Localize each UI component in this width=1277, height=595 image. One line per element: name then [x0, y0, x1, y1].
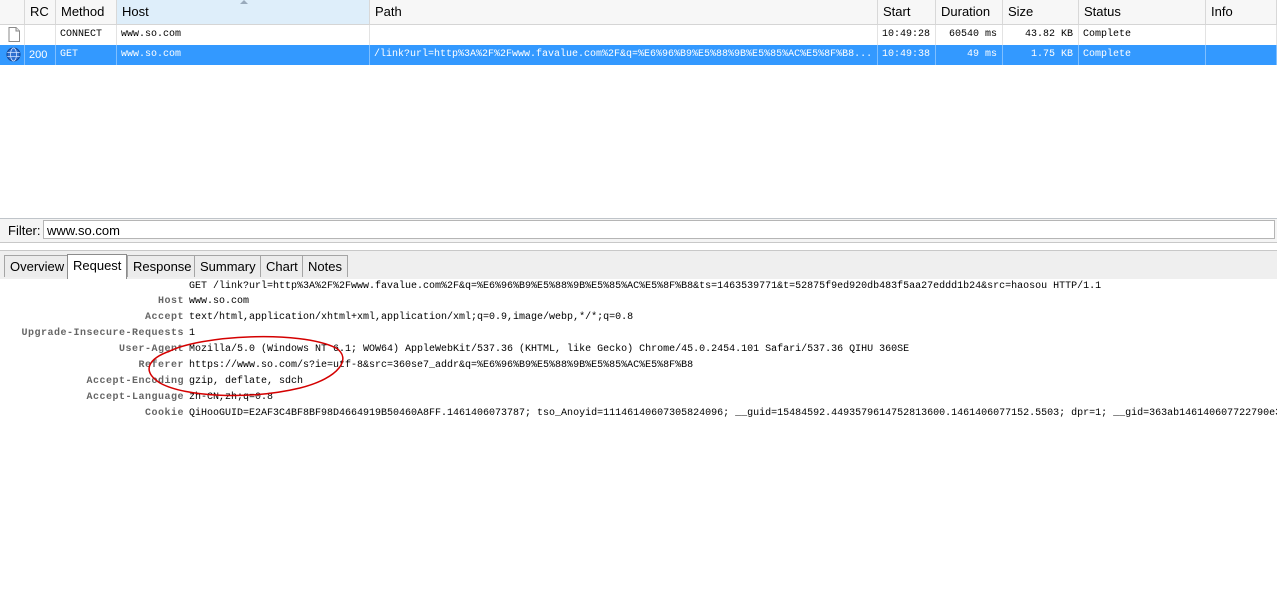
- document-icon: [8, 27, 20, 42]
- cell-host: www.so.com: [117, 25, 370, 45]
- cell-status: Complete: [1079, 45, 1206, 65]
- tab-response[interactable]: Response: [127, 255, 198, 277]
- header-value: zh-CN,zh;q=0.8: [189, 392, 274, 403]
- tab-overview[interactable]: Overview: [4, 255, 71, 277]
- tab-notes[interactable]: Notes: [302, 255, 348, 277]
- session-list: RC Method Host Path Start Duration Size …: [0, 0, 1277, 219]
- request-headers-pane[interactable]: GET /link?url=http%3A%2F%2Fwww.favalue.c…: [0, 279, 1277, 423]
- header-name: User-Agent: [118, 344, 184, 355]
- table-row-selected[interactable]: 200 GET www.so.com /link?url=http%3A%2F%…: [0, 45, 1277, 65]
- cell-start: 10:49:38: [878, 45, 936, 65]
- column-header-start[interactable]: Start: [878, 0, 936, 24]
- tab-chart[interactable]: Chart: [260, 255, 304, 277]
- cell-info: [1206, 25, 1277, 45]
- column-header-rc[interactable]: RC: [25, 0, 56, 24]
- header-value: 1: [189, 328, 196, 339]
- column-header-path[interactable]: Path: [370, 0, 878, 24]
- header-name: Upgrade-Insecure-Requests: [21, 328, 184, 339]
- header-value: text/html,application/xhtml+xml,applicat…: [189, 312, 634, 323]
- sort-ascending-icon: [240, 0, 248, 4]
- column-header-info[interactable]: Info: [1206, 0, 1277, 24]
- cell-host: www.so.com: [117, 45, 370, 65]
- column-header-row: RC Method Host Path Start Duration Size …: [0, 0, 1277, 25]
- cell-method: CONNECT: [56, 25, 117, 45]
- header-value: Mozilla/5.0 (Windows NT 6.1; WOW64) Appl…: [189, 344, 910, 355]
- filter-input[interactable]: www.so.com: [43, 220, 1275, 239]
- cell-status: Complete: [1079, 25, 1206, 45]
- column-header-status[interactable]: Status: [1079, 0, 1206, 24]
- cell-method: GET: [56, 45, 117, 65]
- cell-rc: 200: [25, 45, 56, 65]
- header-value: https://www.so.com/s?ie=utf-8&src=360se7…: [189, 360, 694, 371]
- column-header-size[interactable]: Size: [1003, 0, 1079, 24]
- cell-duration: 60540 ms: [936, 25, 1003, 45]
- request-line-text: GET /link?url=http%3A%2F%2Fwww.favalue.c…: [189, 281, 1102, 292]
- cell-info: [1206, 45, 1277, 65]
- tab-request[interactable]: Request: [67, 254, 128, 279]
- table-row[interactable]: CONNECT www.so.com 10:49:28 60540 ms 43.…: [0, 25, 1277, 45]
- header-value: www.so.com: [189, 296, 250, 307]
- globe-icon: [6, 47, 21, 62]
- header-name: Cookie: [144, 408, 184, 419]
- header-name: Referer: [138, 360, 184, 371]
- header-value: gzip, deflate, sdch: [189, 376, 304, 387]
- cell-size: 1.75 KB: [1003, 45, 1079, 65]
- cell-rc: [25, 25, 56, 45]
- column-header-method[interactable]: Method: [56, 0, 117, 24]
- tab-summary[interactable]: Summary: [194, 255, 262, 277]
- filter-bar: Filter: www.so.com: [0, 219, 1277, 243]
- empty-area: [0, 422, 1277, 595]
- filter-label: Filter:: [8, 223, 41, 238]
- header-value: QiHooGUID=E2AF3C4BF8BF98D4664919B50460A8…: [189, 408, 1277, 419]
- cell-size: 43.82 KB: [1003, 25, 1079, 45]
- cell-start: 10:49:28: [878, 25, 936, 45]
- header-name: Accept-Language: [86, 392, 184, 403]
- header-name: Accept-Encoding: [86, 376, 184, 387]
- cell-path: [370, 25, 878, 45]
- column-header-duration[interactable]: Duration: [936, 0, 1003, 24]
- column-header-icon[interactable]: [0, 0, 25, 24]
- cell-path: /link?url=http%3A%2F%2Fwww.favalue.com%2…: [370, 45, 878, 65]
- header-name: Host: [157, 296, 184, 307]
- detail-tab-strip: Overview Request Response Summary Chart …: [0, 250, 1277, 280]
- cell-duration: 49 ms: [936, 45, 1003, 65]
- header-name: Accept: [144, 312, 184, 323]
